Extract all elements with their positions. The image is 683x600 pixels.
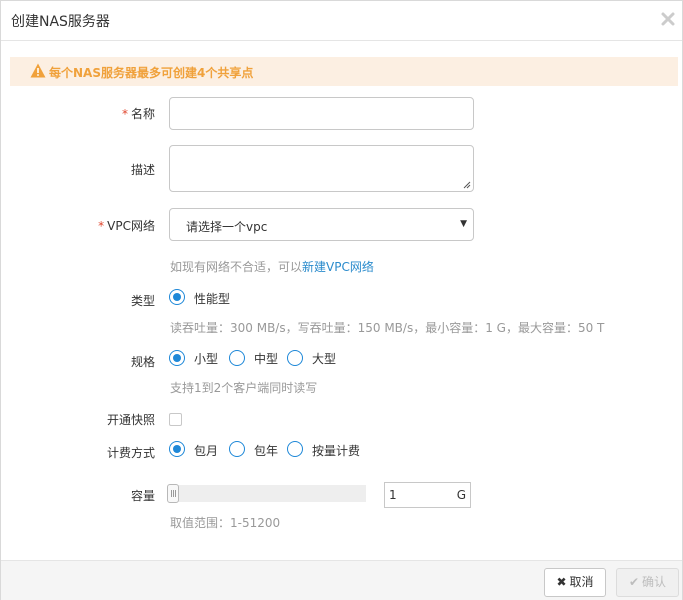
dialog-title: 创建NAS服务器 [11,14,110,30]
spec-option-small-label: 小型 [194,352,219,366]
spec-radio-large[interactable] [287,350,303,366]
spec-option-medium-label: 中型 [254,352,279,366]
vpc-hint: 如现有网络不合适，可以新建VPC网络 [170,260,374,274]
confirm-button[interactable]: ✔ 确认 [616,568,679,597]
description-label: 描述 [130,163,155,177]
type-radio-performance[interactable] [169,289,185,305]
create-nas-dialog: 创建NAS服务器 每个NAS服务器最多可创建4个共享点 * 名称 描述 * VPC网… [0,0,683,600]
alert-text: 每个NAS服务器最多可创建4个共享点 [49,66,254,80]
dialog-header: 创建NAS服务器 [1,1,682,41]
capacity-value: 1 [389,488,397,502]
spec-radio-medium[interactable] [229,350,245,366]
description-textarea[interactable] [169,145,474,192]
spec-option-large-label: 大型 [312,352,337,366]
snapshot-label: 开通快照 [106,413,155,427]
times-icon: ✖ [556,575,567,589]
vpc-select[interactable]: 请选择一个vpc ▼ [169,208,474,241]
caret-down-icon: ▼ [460,219,467,229]
spec-hint: 支持1到2个客户端同时读写 [170,381,318,395]
warning-icon [30,63,46,78]
billing-option-monthly-label: 包月 [194,444,219,458]
vpc-select-value: 请选择一个vpc [186,220,268,234]
resize-handle-icon[interactable] [463,181,471,189]
capacity-input[interactable]: 1 G [384,482,471,508]
capacity-slider-track[interactable] [169,485,366,502]
spec-radio-small[interactable] [169,350,185,366]
name-label: * 名称 [121,107,155,121]
close-icon[interactable] [660,11,676,27]
required-mark: * [98,219,105,233]
required-mark: * [121,107,128,121]
create-vpc-link[interactable]: 新建VPC网络 [302,260,374,274]
type-label: 类型 [130,294,155,308]
capacity-hint: 取值范围：1-51200 [170,516,281,530]
capacity-label: 容量 [130,489,155,503]
capacity-unit: G [456,488,466,502]
type-option-label: 性能型 [194,292,231,306]
billing-radio-on-demand[interactable] [287,441,303,457]
capacity-slider-handle[interactable] [167,484,179,503]
billing-option-on-demand-label: 按量计费 [312,444,361,458]
snapshot-checkbox[interactable] [169,413,182,426]
billing-radio-yearly[interactable] [229,441,245,457]
check-icon: ✔ [628,575,640,589]
billing-radio-monthly[interactable] [169,441,185,457]
billing-option-yearly-label: 包年 [254,444,279,458]
billing-label: 计费方式 [106,446,155,460]
name-input[interactable] [169,97,474,130]
spec-label: 规格 [130,355,155,369]
alert-banner: 每个NAS服务器最多可创建4个共享点 [10,57,678,86]
cancel-button[interactable]: ✖ 取消 [544,568,606,597]
type-hint: 读吞吐量：300 MB/s，写吞吐量：150 MB/s，最小容量：1 G，最大容… [170,321,605,335]
vpc-label: * VPC网络 [98,219,155,233]
